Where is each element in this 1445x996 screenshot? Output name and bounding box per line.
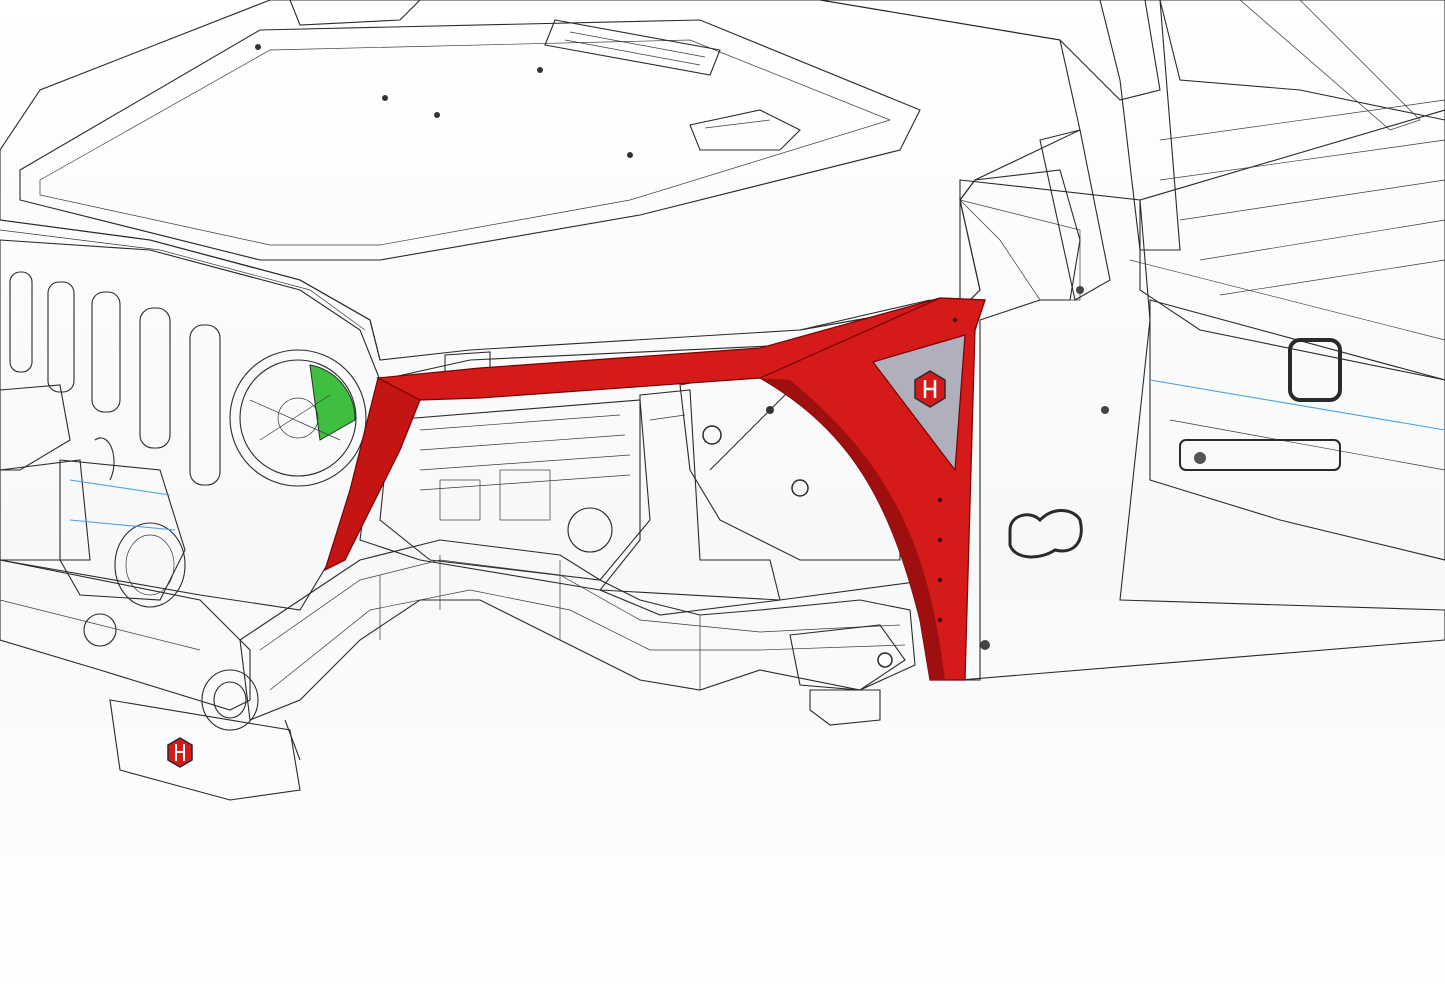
- logo-hex-h-icon-skid: [167, 737, 193, 768]
- grille-slots: [9, 271, 221, 486]
- engine-block: [379, 399, 651, 581]
- cad-viewport[interactable]: [0, 0, 1445, 996]
- jeep-cad-render: [0, 0, 1445, 801]
- jeep-emblem-icon: [1008, 509, 1083, 559]
- grille: [0, 239, 381, 611]
- frame-bracket: [789, 624, 906, 726]
- body-side-panel: [958, 179, 1445, 681]
- front-bumper: [0, 559, 301, 801]
- hood-hinge-left: [289, 0, 421, 26]
- skid-plate: [109, 699, 301, 801]
- winch: [0, 384, 186, 608]
- hood-latch: [689, 109, 801, 151]
- frame-rail: [201, 539, 916, 731]
- hood-vent: [544, 19, 721, 76]
- tub-floor: [1139, 99, 1445, 561]
- transmission: [599, 389, 781, 616]
- headlight: [229, 349, 367, 487]
